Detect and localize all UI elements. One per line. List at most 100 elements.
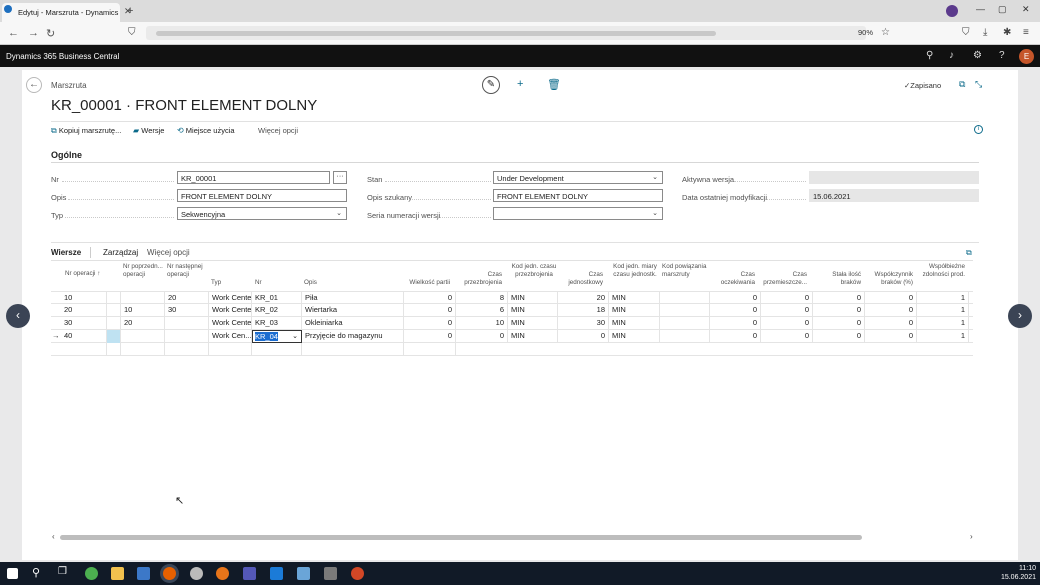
next-record-button[interactable]: › <box>1008 304 1032 328</box>
stan-select[interactable]: Under Development ⌄ <box>493 171 663 184</box>
cell-conc[interactable]: 1 <box>917 317 969 330</box>
app-icon[interactable] <box>297 567 310 580</box>
col-header-nr-poprzedn[interactable]: Nr poprzedn... operacji <box>123 263 163 278</box>
cell-move[interactable]: 0 <box>761 317 813 330</box>
cell-empty[interactable] <box>302 343 404 356</box>
col-header-kod-jedn-czasu[interactable]: Kod jedn. czasu przezbrojenia <box>511 263 557 278</box>
tab-more-options[interactable]: Więcej opcji <box>147 248 190 257</box>
extensions-icon[interactable]: ✱ <box>1003 27 1011 38</box>
previous-record-button[interactable]: ‹ <box>6 304 30 328</box>
cell-empty[interactable] <box>61 343 107 356</box>
search-icon[interactable]: ⚲ <box>32 566 40 579</box>
cell-empty[interactable] <box>209 343 252 356</box>
avatar[interactable]: E <box>1019 49 1034 64</box>
file-explorer-icon[interactable] <box>111 567 124 580</box>
col-header-nr-operacji[interactable]: Nr operacji ↑ <box>65 270 107 278</box>
col-header-czas-przezbrojenia[interactable]: Czas przezbrojenia <box>456 271 502 286</box>
cell-next[interactable] <box>165 330 209 343</box>
scroll-left-icon[interactable]: ‹ <box>52 532 55 541</box>
browser-tab[interactable]: Edytuj - Marszruta - Dynamics <box>2 3 120 22</box>
close-window-button[interactable]: ✕ <box>1022 4 1030 15</box>
opis-szukany-field[interactable]: FRONT ELEMENT DOLNY <box>493 189 663 202</box>
section-title-general[interactable]: Ogólne <box>51 150 82 160</box>
menu-icon[interactable]: ≡ <box>1023 27 1029 38</box>
cell-wait[interactable]: 0 <box>710 304 761 317</box>
delete-trash-icon[interactable]: 🗑 <box>547 78 561 91</box>
app-icon[interactable] <box>324 567 337 580</box>
cell-move[interactable]: 0 <box>761 330 813 343</box>
new-record-icon[interactable]: + <box>517 78 523 90</box>
cell-scrap-fixed[interactable]: 0 <box>813 317 865 330</box>
tab-manage[interactable]: Zarządzaj <box>103 248 138 257</box>
outlook-icon[interactable] <box>270 567 283 580</box>
cell-lot[interactable]: 0 <box>404 317 456 330</box>
shield-icon[interactable]: ⛉ <box>128 27 136 38</box>
tab-lines[interactable]: Wiersze <box>51 248 81 257</box>
cell-op[interactable]: 20 <box>61 304 107 317</box>
cell-lot[interactable]: 0 <box>404 304 456 317</box>
cell-prev[interactable]: 20 <box>121 317 165 330</box>
cell-setup-unit[interactable]: MIN <box>508 304 558 317</box>
cell-op[interactable]: 30 <box>61 317 107 330</box>
cell-run[interactable]: 0 <box>558 330 609 343</box>
new-tab-icon[interactable]: + <box>127 5 133 17</box>
task-view-icon[interactable]: ❐ <box>58 566 67 577</box>
cell-run-unit[interactable]: MIN <box>609 304 660 317</box>
cell-op[interactable]: 40 <box>61 330 107 343</box>
app-title[interactable]: Dynamics 365 Business Central <box>6 52 119 61</box>
cell-wait[interactable]: 0 <box>710 330 761 343</box>
cell-scrap-fixed[interactable]: 0 <box>813 304 865 317</box>
cell-type[interactable]: Work Center <box>209 304 252 317</box>
col-header-nr-nastepnej[interactable]: Nr następnej operacji <box>167 263 207 278</box>
col-header-typ[interactable]: Typ <box>211 279 251 287</box>
cell-link[interactable] <box>660 330 710 343</box>
help-icon[interactable]: ? <box>999 50 1005 61</box>
cell-wait[interactable]: 0 <box>710 317 761 330</box>
bookmark-star-icon[interactable]: ☆ <box>881 27 890 38</box>
nr-field[interactable]: KR_00001 <box>177 171 330 184</box>
expand-icon[interactable]: ⧉ <box>966 248 972 258</box>
profile-icon[interactable] <box>946 5 958 17</box>
col-header-czas-jednostkowy[interactable]: Czas jednostkowy <box>561 271 603 286</box>
app-icon[interactable] <box>137 567 150 580</box>
cell-next[interactable]: 30 <box>165 304 209 317</box>
table-row[interactable]: 20 10 30 Work Center KR_02 Wiertarka 0 6… <box>51 304 973 317</box>
cell-next[interactable] <box>165 317 209 330</box>
cell-empty[interactable] <box>121 343 165 356</box>
table-row[interactable]: 30 20 Work Center KR_03 Okleiniarka 0 10… <box>51 317 973 330</box>
col-header-opis[interactable]: Opis <box>304 279 384 287</box>
col-header-kod-jedn-miary[interactable]: Kod jedn. miary czasu jednostk. <box>612 263 658 278</box>
app-icon[interactable] <box>190 567 203 580</box>
seria-select[interactable]: ⌄ <box>493 207 663 220</box>
maximize-button[interactable]: ▢ <box>998 4 1007 15</box>
col-header-czas-przemieszcz[interactable]: Czas przemieszcze... <box>761 271 807 286</box>
collapse-icon[interactable]: ⤡ <box>975 79 982 90</box>
table-row-current[interactable]: → 40 Work Cen... KR_04 ⌄ Przyjęcie do mag… <box>51 330 973 343</box>
chevron-down-icon[interactable]: ⌄ <box>292 331 298 342</box>
no-lookup-input[interactable]: KR_04 ⌄ <box>252 330 302 343</box>
col-header-kod-powiazania[interactable]: Kod powiązania marszruty <box>662 263 708 278</box>
cell-desc[interactable]: Przyjęcie do magazynu <box>302 330 404 343</box>
where-used-button[interactable]: ⟲ Miejsce użycia <box>177 126 235 135</box>
cell-run[interactable]: 18 <box>558 304 609 317</box>
table-row-empty[interactable] <box>51 343 973 356</box>
cell-empty[interactable] <box>165 343 209 356</box>
bell-icon[interactable]: ♪ <box>949 50 954 61</box>
cell-no[interactable]: KR_03 <box>252 317 302 330</box>
cell-setup[interactable]: 10 <box>456 317 508 330</box>
cell-scrap-pct[interactable]: 0 <box>865 330 917 343</box>
info-icon[interactable]: i <box>974 125 983 134</box>
cell-setup[interactable]: 6 <box>456 304 508 317</box>
pocket-icon[interactable]: ⛉ <box>962 27 970 38</box>
back-button[interactable]: ← <box>26 77 42 93</box>
open-new-window-icon[interactable]: ⧉ <box>959 79 965 90</box>
firefox-icon[interactable] <box>163 567 176 580</box>
copy-routing-button[interactable]: ⧉ Kopiuj marszrutę... <box>51 126 121 136</box>
teams-icon[interactable] <box>243 567 256 580</box>
cell-run-unit[interactable]: MIN <box>609 317 660 330</box>
cell-setup-unit[interactable]: MIN <box>508 317 558 330</box>
scroll-right-icon[interactable]: › <box>970 532 973 541</box>
cell-empty[interactable] <box>252 343 302 356</box>
gear-icon[interactable]: ⚙ <box>973 50 982 61</box>
cell-scrap-pct[interactable]: 0 <box>865 317 917 330</box>
